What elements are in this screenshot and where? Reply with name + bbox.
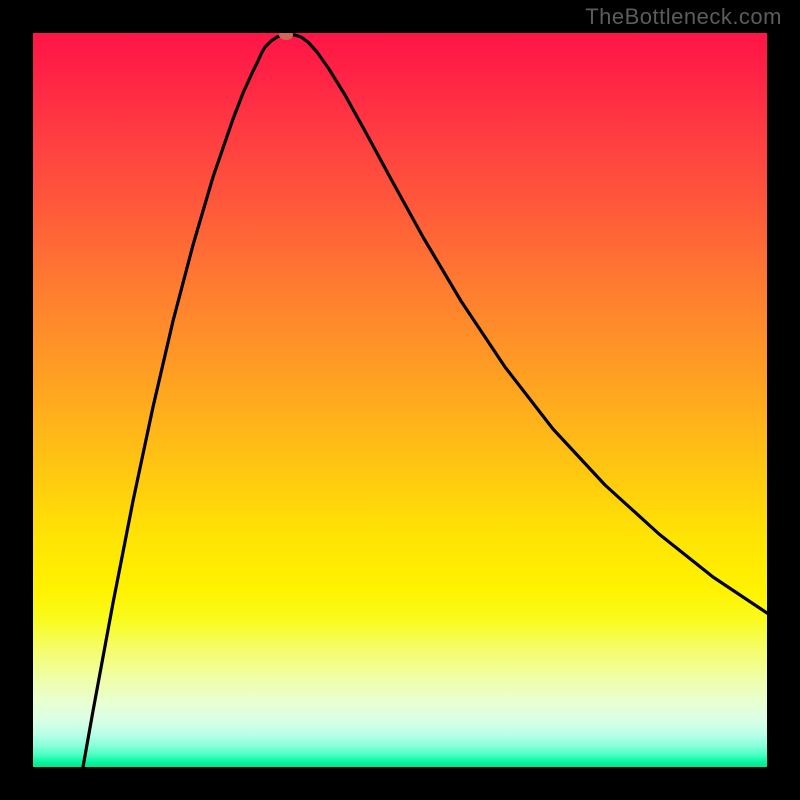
watermark-text: TheBottleneck.com bbox=[585, 4, 782, 30]
chart-frame: TheBottleneck.com bbox=[0, 0, 800, 800]
curve-path bbox=[83, 35, 767, 767]
bottleneck-curve bbox=[33, 33, 767, 767]
plot-area bbox=[33, 33, 767, 767]
